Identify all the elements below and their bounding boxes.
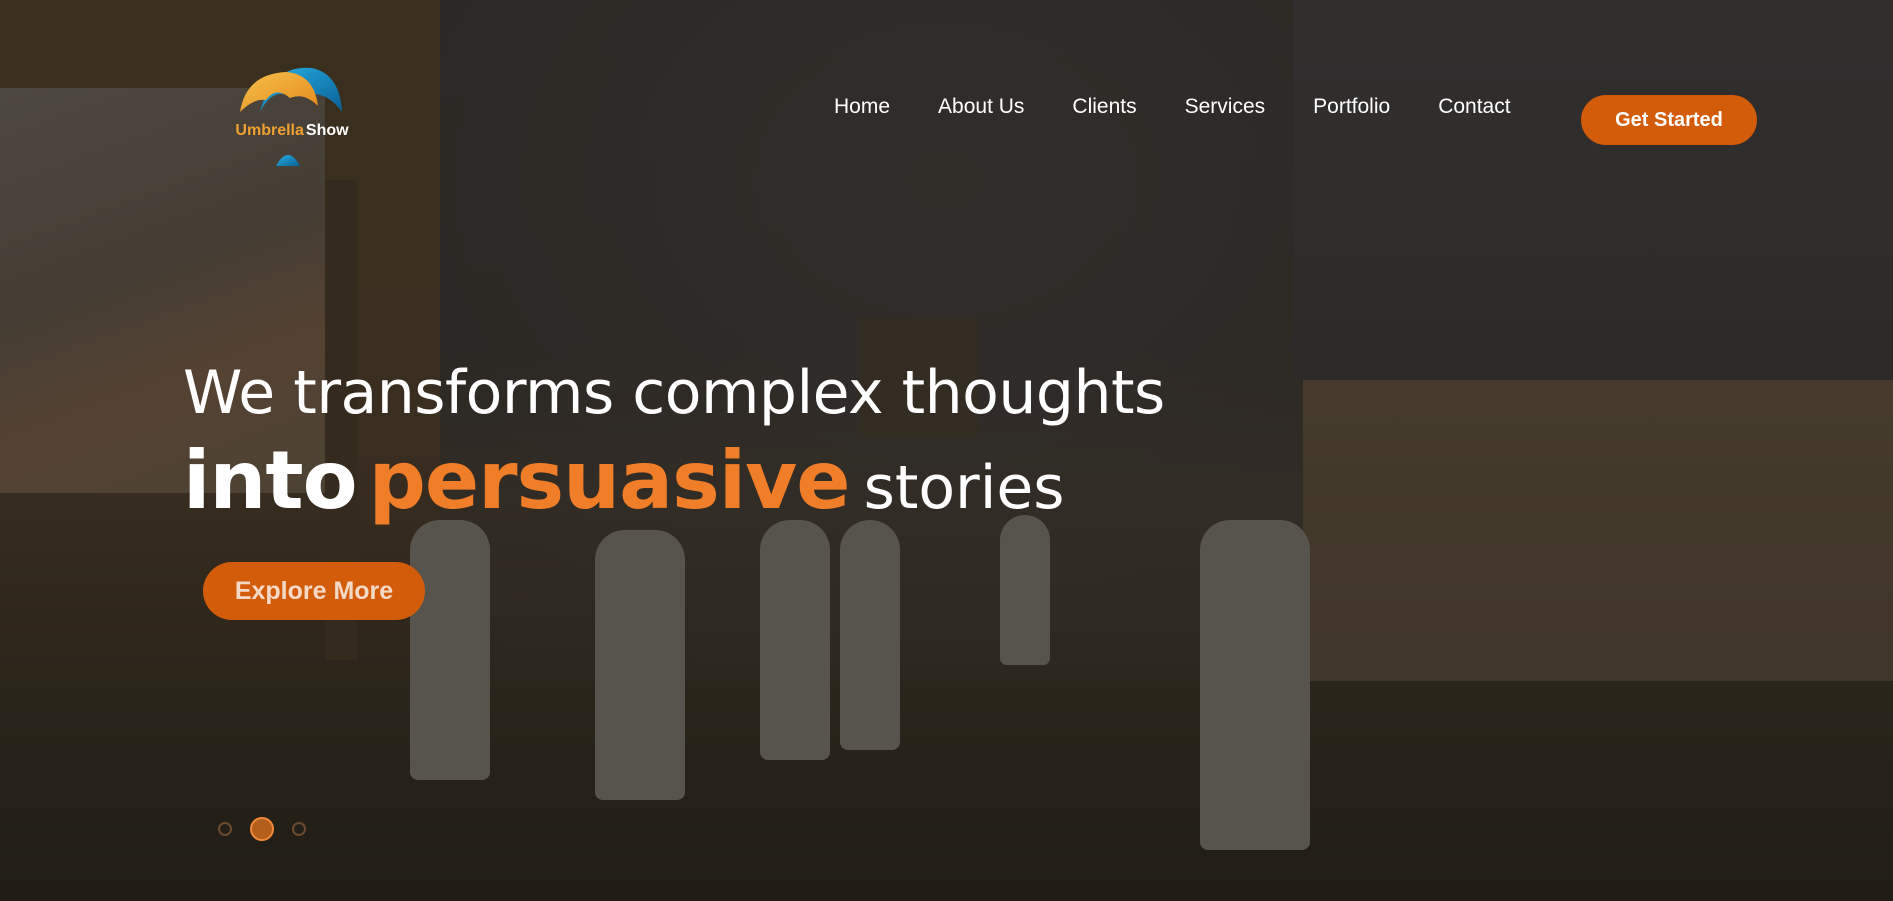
- slider-pagination: [218, 817, 324, 841]
- hero-headline-line2: into persuasive stories: [183, 434, 1065, 527]
- nav-about-us[interactable]: About Us: [938, 95, 1024, 119]
- hero-headline-into: into: [183, 434, 358, 527]
- main-navigation: Home About Us Clients Services Portfolio…: [834, 95, 1511, 119]
- hero-headline-stories: stories: [863, 453, 1065, 523]
- nav-contact[interactable]: Contact: [1438, 95, 1510, 119]
- nav-home[interactable]: Home: [834, 95, 890, 119]
- logo-text-umbrella: Umbrella: [235, 122, 304, 139]
- get-started-button[interactable]: Get Started: [1581, 95, 1757, 145]
- nav-clients[interactable]: Clients: [1072, 95, 1136, 119]
- hero-headline-accent: persuasive: [368, 434, 851, 527]
- slider-dot-1[interactable]: [218, 822, 232, 836]
- nav-portfolio[interactable]: Portfolio: [1313, 95, 1390, 119]
- slider-dot-2-active[interactable]: [250, 817, 274, 841]
- logo-wordmark: Umbrella Show: [232, 122, 352, 140]
- umbrella-logo-icon: [240, 67, 342, 166]
- hero-headline-line1: We transforms complex thoughts: [183, 358, 1165, 428]
- umbrella-show-logo[interactable]: Umbrella Show: [232, 62, 352, 168]
- explore-more-button[interactable]: Explore More: [203, 562, 425, 620]
- slider-dot-3[interactable]: [292, 822, 306, 836]
- nav-services[interactable]: Services: [1185, 95, 1266, 119]
- logo-text-show: Show: [305, 122, 349, 139]
